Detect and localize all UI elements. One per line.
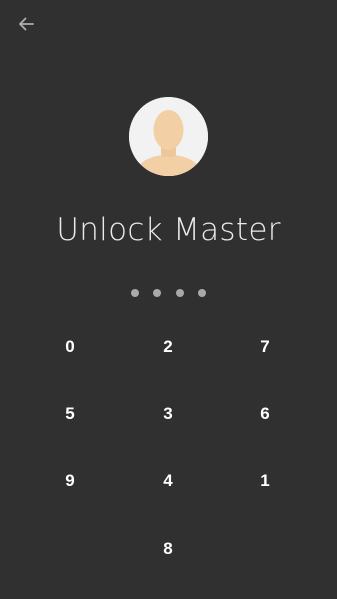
pin-dot: [198, 289, 207, 297]
avatar: [129, 97, 208, 176]
key-4[interactable]: 4: [136, 457, 200, 505]
key-9[interactable]: 9: [38, 457, 102, 505]
key-6[interactable]: 6: [233, 390, 297, 438]
pin-dot: [175, 289, 184, 297]
key-1[interactable]: 1: [233, 457, 297, 505]
pin-indicator: [0, 289, 337, 297]
key-0[interactable]: 0: [38, 323, 102, 371]
arrow-left-icon: [17, 15, 35, 38]
key-3[interactable]: 3: [136, 390, 200, 438]
key-7[interactable]: 7: [233, 323, 297, 371]
page-title: Unlock Master: [56, 212, 281, 248]
pin-dot: [130, 289, 139, 297]
key-2[interactable]: 2: [136, 323, 200, 371]
key-8[interactable]: 8: [136, 525, 200, 573]
back-button[interactable]: [12, 12, 40, 40]
pin-dot: [153, 289, 162, 297]
key-5[interactable]: 5: [38, 390, 102, 438]
user-avatar-icon: [129, 97, 208, 176]
lock-screen: Unlock Master 0 2 7 5 3 6 9 4 1 8: [0, 0, 337, 599]
